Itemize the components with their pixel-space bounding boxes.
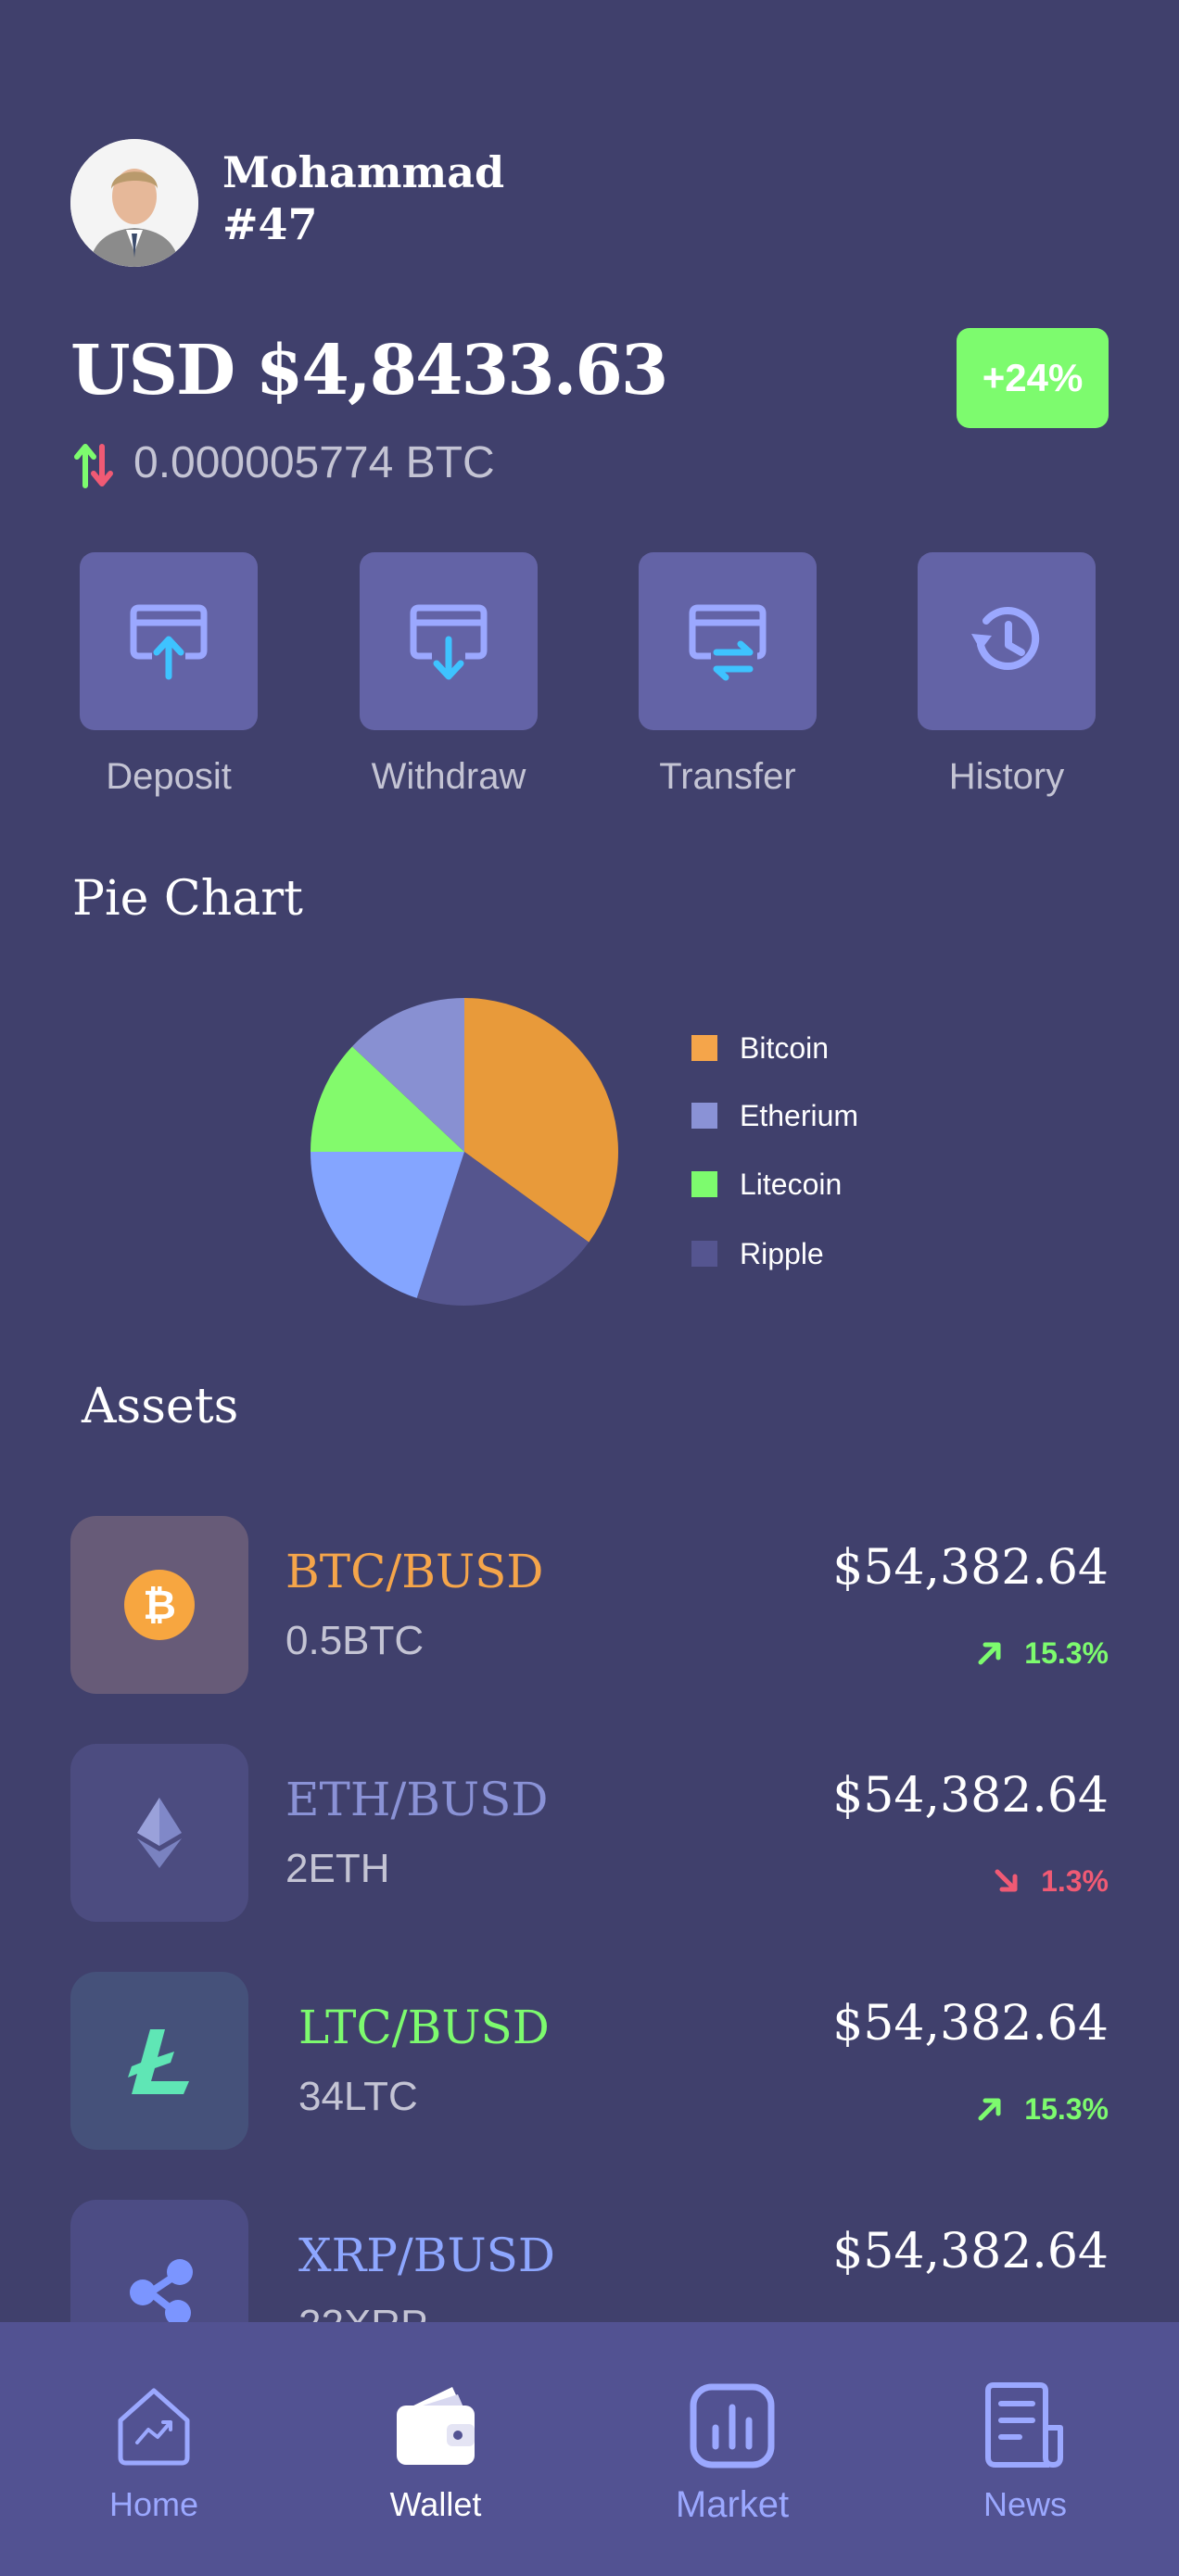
transfer-label: Transfer <box>659 756 796 797</box>
history-icon <box>971 607 1040 671</box>
ltc-asset-tile[interactable] <box>70 1972 248 2150</box>
withdraw-label: Withdraw <box>371 756 526 797</box>
card-transfer-icon <box>689 604 767 681</box>
bitcoin-icon: ₿ <box>124 1570 195 1640</box>
history-button[interactable] <box>918 552 1096 730</box>
legend-item-etherium: Etherium <box>691 1094 858 1137</box>
person-avatar-icon <box>70 139 198 267</box>
asset-amount-eth: 2ETH <box>285 1846 390 1891</box>
bottom-nav: Home Wallet Market News <box>0 2322 1179 2576</box>
legend-swatch <box>691 1103 717 1129</box>
asset-change-ltc: 15.3% <box>976 2089 1109 2129</box>
nav-label: Market <box>675 2484 790 2525</box>
asset-pair-eth: ETH/BUSD <box>285 1773 549 1826</box>
history-label: History <box>948 756 1065 797</box>
litecoin-icon <box>128 2029 189 2094</box>
legend-item-ripple: Ripple <box>691 1232 824 1275</box>
asset-change-btc: 15.3% <box>976 1633 1109 1673</box>
legend-swatch <box>691 1241 717 1267</box>
card-deposit-icon <box>130 604 208 680</box>
asset-pair-xrp: XRP/BUSD <box>298 2229 555 2282</box>
nav-news[interactable]: News <box>909 2322 1141 2576</box>
asset-change-eth: 1.3% <box>993 1861 1109 1901</box>
asset-pair-ltc: LTC/BUSD <box>298 2001 550 2054</box>
home-icon <box>118 2388 190 2466</box>
asset-change-value: 15.3% <box>1024 2092 1109 2126</box>
withdraw-button[interactable] <box>360 552 538 730</box>
legend-label: Ripple <box>740 1236 824 1270</box>
nav-label: Home <box>108 2485 199 2523</box>
nav-home[interactable]: Home <box>38 2322 270 2576</box>
arrow-up-right-icon <box>978 2098 1001 2121</box>
legend-swatch <box>691 1035 717 1061</box>
ripple-icon <box>130 2259 193 2326</box>
legend-label: Bitcoin <box>740 1030 830 1065</box>
wallet-icon <box>397 2387 475 2465</box>
news-icon <box>985 2382 1063 2468</box>
legend-swatch <box>691 1171 717 1197</box>
pie-chart-title: Pie Chart <box>72 871 303 927</box>
arrow-down-right-icon <box>995 1869 1018 1892</box>
nav-wallet[interactable]: Wallet <box>320 2322 551 2576</box>
nav-label: News <box>982 2485 1068 2523</box>
avatar[interactable] <box>70 139 198 267</box>
btc-balance: 0.000005774 BTC <box>133 438 495 487</box>
profile-name: Mohammad <box>222 147 505 197</box>
nav-label: Wallet <box>389 2485 482 2523</box>
asset-price-btc: $54,382.64 <box>832 1540 1109 1596</box>
assets-title: Assets <box>82 1379 239 1434</box>
card-withdraw-icon <box>410 604 488 680</box>
profile-rank: #47 <box>222 199 318 249</box>
nav-market[interactable]: Market <box>616 2322 848 2576</box>
swap-arrows-icon <box>72 439 115 491</box>
asset-change-value: 15.3% <box>1024 1636 1109 1670</box>
pie-chart <box>311 998 618 1306</box>
svg-text:₿: ₿ <box>143 1583 176 1628</box>
eth-asset-tile[interactable] <box>70 1744 248 1922</box>
asset-pair-btc: BTC/BUSD <box>285 1545 544 1598</box>
btc-asset-tile[interactable]: ₿ <box>70 1516 248 1694</box>
asset-change-value: 1.3% <box>1041 1864 1109 1898</box>
legend-item-litecoin: Litecoin <box>691 1163 842 1206</box>
balance-change-badge: +24% <box>957 328 1109 428</box>
arrow-up-right-icon <box>978 1642 1001 1665</box>
legend-item-bitcoin: Bitcoin <box>691 1027 829 1069</box>
ethereum-icon <box>137 1798 182 1868</box>
asset-amount-ltc: 34LTC <box>298 2074 418 2119</box>
legend-label: Etherium <box>740 1098 859 1132</box>
usd-balance: USD $4,8433.63 <box>70 331 668 410</box>
market-icon <box>690 2383 775 2469</box>
transfer-button[interactable] <box>639 552 817 730</box>
legend-label: Litecoin <box>740 1167 843 1201</box>
asset-price-xrp: $54,382.64 <box>832 2224 1109 2279</box>
asset-price-ltc: $54,382.64 <box>832 1996 1109 2052</box>
asset-price-eth: $54,382.64 <box>832 1768 1109 1824</box>
deposit-button[interactable] <box>80 552 258 730</box>
deposit-label: Deposit <box>106 756 232 797</box>
asset-amount-btc: 0.5BTC <box>285 1618 425 1663</box>
